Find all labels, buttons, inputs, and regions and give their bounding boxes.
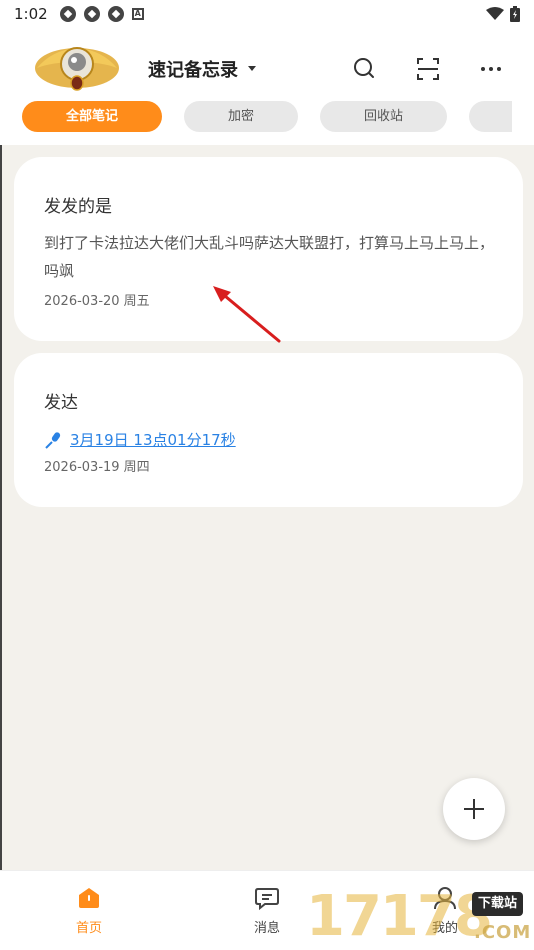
tab-encrypted[interactable]: 加密: [184, 101, 298, 132]
scan-icon[interactable]: [415, 56, 441, 82]
note-date: 2026-03-20 周五: [44, 294, 150, 309]
nav-profile[interactable]: 我的: [405, 885, 485, 936]
home-icon: [79, 888, 99, 908]
tab-all-notes[interactable]: 全部笔记: [22, 101, 162, 132]
status-bar: 1:02 A: [0, 0, 534, 28]
nav-home[interactable]: 首页: [49, 885, 129, 936]
status-notifications: A: [59, 6, 144, 22]
note-body: 到打了卡法拉达大佬们大乱斗吗萨达大联盟打，打算马上马上马上， 吗飒: [44, 234, 495, 280]
notification-icon: [107, 6, 124, 22]
search-icon[interactable]: [352, 56, 378, 82]
tab-recycle-bin[interactable]: 回收站: [320, 101, 447, 132]
microphone-icon: [45, 431, 61, 449]
notification-icon: [83, 6, 100, 22]
voice-recording-link[interactable]: 3月19日 13点01分17秒: [44, 429, 236, 450]
plus-icon: [464, 799, 484, 819]
message-icon: [255, 888, 279, 911]
tab-more[interactable]: [469, 101, 512, 132]
app-header: 速记备忘录: [0, 28, 534, 106]
note-card[interactable]: 发达 3月19日 13点01分17秒 2026-03-19 周四: [14, 353, 523, 507]
note-title: 发发的是: [44, 197, 112, 217]
category-tabs: 全部笔记 加密 回收站: [0, 100, 534, 136]
wifi-icon: [486, 7, 504, 20]
note-title: 发达: [44, 393, 78, 413]
notification-icon: [59, 6, 76, 22]
app-logo-icon[interactable]: [32, 40, 122, 94]
chevron-down-icon[interactable]: [248, 66, 256, 71]
status-system-icons: [486, 6, 520, 22]
annotation-arrow-icon: [213, 286, 281, 343]
bottom-nav: 首页 消息 我的: [0, 870, 534, 950]
app-title-dropdown[interactable]: 速记备忘录: [148, 56, 238, 82]
voice-recording-label[interactable]: 3月19日 13点01分17秒: [70, 429, 236, 450]
battery-icon: [510, 6, 520, 22]
a-icon: A: [131, 8, 144, 20]
more-icon[interactable]: [478, 56, 504, 82]
note-date: 2026-03-19 周四: [44, 460, 150, 475]
add-note-button[interactable]: [443, 778, 505, 840]
status-time: 1:02: [14, 5, 48, 23]
nav-profile-label: 我的: [431, 921, 458, 936]
nav-messages-label: 消息: [253, 921, 280, 936]
profile-icon: [434, 887, 456, 910]
nav-home-label: 首页: [75, 921, 102, 936]
notes-list[interactable]: 发发的是 到打了卡法拉达大佬们大乱斗吗萨达大联盟打，打算马上马上马上， 吗飒 2…: [0, 145, 534, 870]
nav-messages[interactable]: 消息: [227, 885, 307, 936]
